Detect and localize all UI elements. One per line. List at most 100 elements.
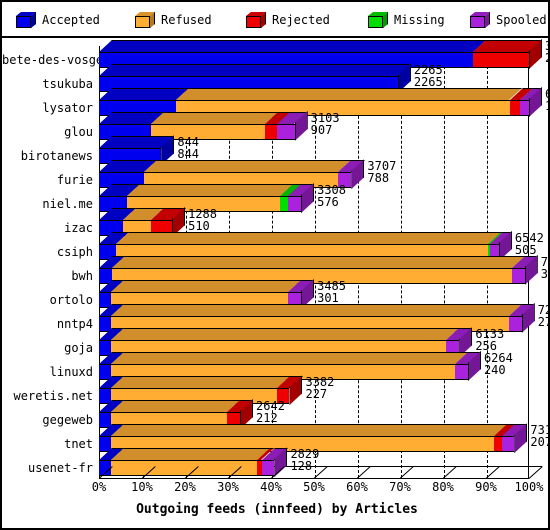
bar-segment-spooled [455,352,481,380]
x-axis-ticks: 0% 10% 20% 30% 40% 50% 60% 70% 80% 90% 100% [92,480,544,498]
bar-segment-top-face [111,352,469,364]
bar-value-labels: 6542 505 [515,232,544,256]
bar-value-secondary: 240 [483,363,506,377]
y-axis-label-goja: goja [64,341,93,355]
bar-value-labels: 2829 128 [290,448,319,472]
chart-container: Accepted Refused Rejected Missing Spooled be… [0,0,550,530]
bar-segment-top-face [111,376,290,388]
bar-segment-top-face [176,88,523,100]
y-axis-label-weretis.net: weretis.net [13,389,93,403]
bar-value-secondary: 212 [256,411,278,425]
bar-segment-spooled [288,184,315,212]
bar-value-labels: 7201277 [537,304,548,329]
y-axis-label-bete-des-vosges: bete-des-vosges [2,53,111,67]
bar-segment-rejected [509,88,533,116]
bar-segment-top-face [111,304,522,316]
cube-icon [16,12,36,28]
cube-icon [470,12,490,28]
bar-value-labels: 844 844 [177,136,199,160]
bar-value-secondary: 2265 [413,75,443,89]
bar-segment-refused [111,448,271,476]
bar-segment-top-face [111,448,271,460]
legend-item-accepted: Accepted [16,8,100,32]
bar-value-secondary: 505 [514,243,537,257]
y-axis-label-tnet: tnet [64,437,93,451]
x-tick-10: 10% [131,480,153,494]
bar-value-labels: 3308 576 [317,184,346,208]
legend-item-spooled: Spooled [470,8,547,32]
bar-value-secondary: 227 [305,387,328,401]
bar-segment-top-face [111,400,241,412]
y-axis-label-lysator: lysator [42,101,93,115]
bar-value-labels: 7315207 [530,424,548,448]
bar-value-labels: 3707 788 [367,160,396,184]
bar-segment-top-face [116,232,502,244]
y-axis-label-izac: izac [64,221,93,235]
bar-segment-spooled [502,424,528,452]
y-axis-label-niel.me: niel.me [42,197,93,211]
x-tick-90: 90% [475,480,497,494]
y-axis-label-bwh: bwh [71,269,93,283]
legend-label: Refused [161,13,212,27]
y-axis-label-csiph: csiph [56,245,93,259]
cube-icon [135,12,155,28]
y-axis-label-glou: glou [64,125,93,139]
x-tick-0: 0% [91,480,107,494]
x-tick-80: 80% [432,480,454,494]
bar-value-secondary: 907 [310,123,333,137]
bar-segment-missing [279,184,302,212]
bar-segment-top-face [126,184,293,196]
bar-segment-rejected [264,112,291,140]
axis-depth-tick [528,466,543,479]
chart-legend: Accepted Refused Rejected Missing Spooled [2,2,548,38]
bar-value-labels: 3382 227 [305,376,334,400]
y-axis-label-ortolo: ortolo [49,293,93,307]
y-axis-label-birotanews: birotanews [20,149,93,163]
legend-label: Missing [394,13,445,27]
bar-value-labels: 6264 240 [484,352,513,376]
bar-segment-rejected [493,424,516,452]
bar-segment-top-face [111,328,460,340]
x-tick-60: 60% [346,480,368,494]
bar-value-labels: 1288 510 [188,208,217,232]
bar-segment-spooled [511,256,538,284]
y-axis-label-nntp4: nntp4 [56,317,93,331]
legend-item-missing: Missing [368,8,445,32]
bar-segment-top-face [144,160,351,172]
bar-value-secondary: 311 [540,267,548,281]
legend-label: Accepted [42,13,100,27]
x-tick-40: 40% [260,480,282,494]
y-axis-label-tsukuba: tsukuba [42,77,93,91]
bar-value-labels: 68701300 [545,88,548,112]
bar-value-labels: 30742742 [545,40,548,64]
y-axis-label-linuxd: linuxd [49,365,93,379]
cube-icon [246,12,266,28]
bar-value-secondary: 301 [317,291,339,305]
bar-segment-rejected [473,40,542,68]
bar-value-labels: 3103 907 [311,112,340,136]
bar-segment-spooled [508,304,535,332]
bar-value-secondary: 844 [177,147,200,161]
bar-value-secondary: 788 [367,171,390,185]
bar-segment-top-face [99,40,487,52]
x-tick-50: 50% [303,480,325,494]
bar-value-secondary: 576 [317,195,339,209]
bar-value-labels: 2265 2265 [414,64,443,88]
legend-item-rejected: Rejected [246,8,330,32]
x-tick-20: 20% [174,480,196,494]
bar-segment-top-face [150,112,278,124]
x-tick-100: 100% [514,480,544,494]
bar-value-secondary: 510 [188,219,210,233]
bar-value-secondary: 2742 [545,52,548,64]
bar-segment-top-face [111,280,302,292]
legend-label: Rejected [272,13,330,27]
legend-label: Spooled [496,13,547,27]
bar-value-secondary: 277 [537,315,548,329]
bar-segment-spooled [277,112,308,140]
legend-item-refused: Refused [135,8,212,32]
x-axis-title: Outgoing feeds (innfeed) by Articles [136,502,418,517]
bar-segment-top-face [99,64,411,76]
bar-value-labels: 2642 212 [256,400,285,424]
bar-segment-top-face [111,256,525,268]
bar-segment-top-face [111,424,507,436]
